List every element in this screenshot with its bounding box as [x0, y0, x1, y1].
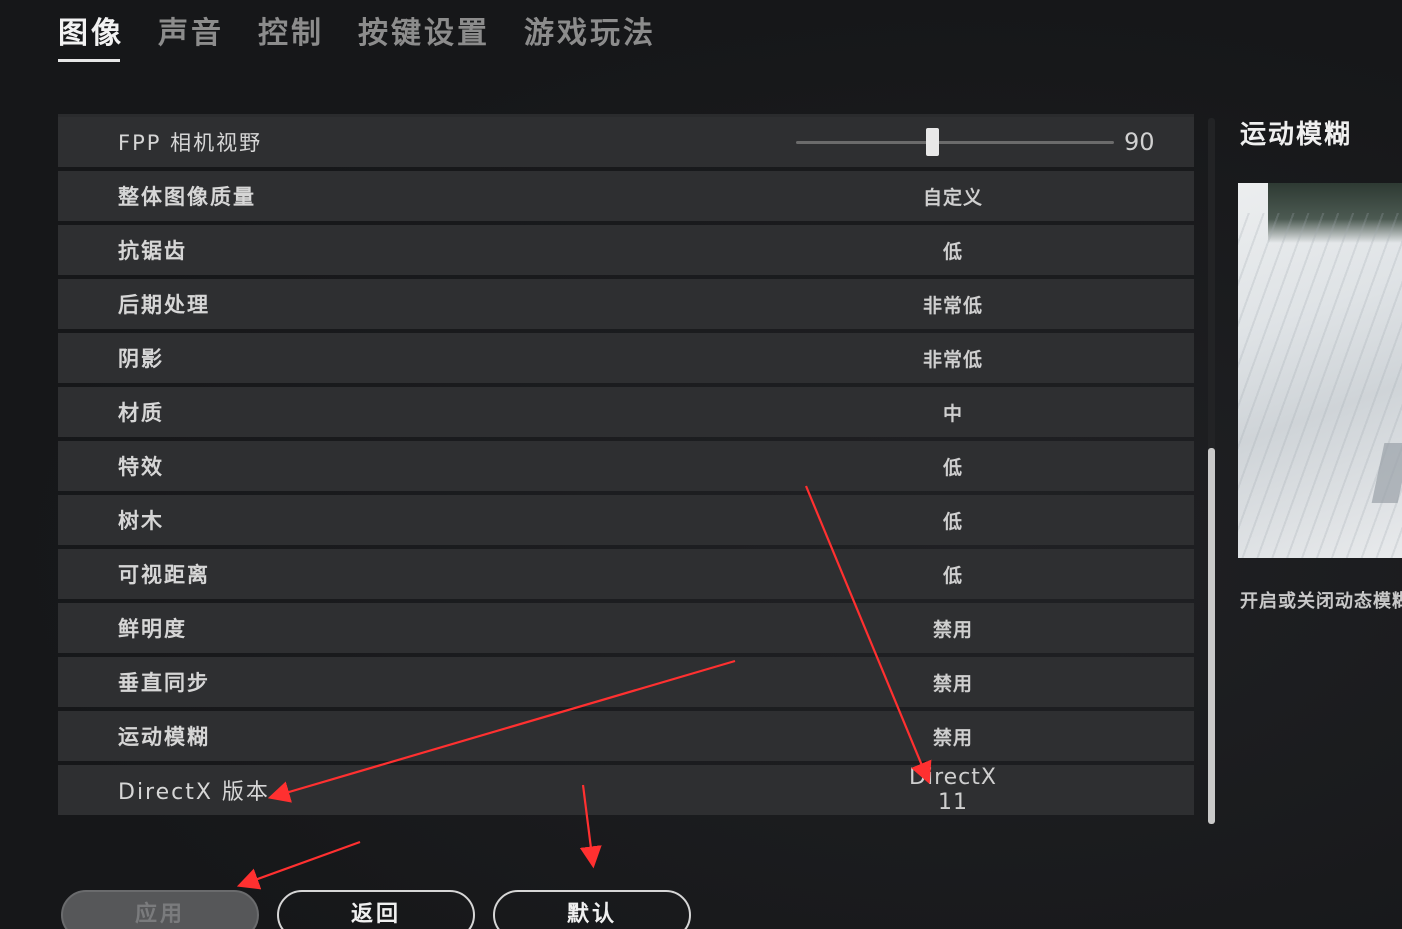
preview-image: [1238, 183, 1402, 558]
setting-row-sharpen[interactable]: 鲜明度 禁用: [58, 603, 1194, 653]
graphics-settings-list: FPP 相机视野 90 整体图像质量 自定义 抗锯齿 低 后期处理 非常低 阴影…: [58, 114, 1194, 819]
scrollbar-thumb[interactable]: [1208, 448, 1215, 824]
fov-slider-track[interactable]: [796, 141, 1114, 144]
setting-value[interactable]: 禁用: [898, 723, 1008, 750]
setting-row-foliage[interactable]: 树木 低: [58, 495, 1194, 545]
fov-slider-value: 90: [1124, 128, 1155, 156]
fov-slider-thumb[interactable]: [926, 128, 940, 156]
preview-snow-slope: [1238, 213, 1402, 558]
setting-label: 垂直同步: [118, 671, 210, 695]
tab-gameplay[interactable]: 游戏玩法: [524, 8, 656, 62]
tab-controls[interactable]: 控制: [258, 8, 324, 62]
tab-keybindings[interactable]: 按键设置: [358, 8, 490, 62]
setting-row-shadows[interactable]: 阴影 非常低: [58, 333, 1194, 383]
setting-value[interactable]: 低: [898, 453, 1008, 480]
setting-row-effects[interactable]: 特效 低: [58, 441, 1194, 491]
setting-label: 材质: [118, 401, 164, 425]
setting-value[interactable]: DirectX 11: [898, 765, 1008, 815]
back-button[interactable]: 返回: [277, 890, 475, 929]
setting-label: 阴影: [118, 347, 164, 371]
setting-label: 抗锯齿: [118, 239, 187, 263]
setting-label: 特效: [118, 455, 164, 479]
tab-audio[interactable]: 声音: [158, 8, 224, 62]
arrow-to-apply-button: [236, 840, 361, 890]
setting-row-overall-quality[interactable]: 整体图像质量 自定义: [58, 171, 1194, 221]
setting-value[interactable]: 低: [898, 237, 1008, 264]
settings-tabs: 图像 声音 控制 按键设置 游戏玩法: [58, 8, 690, 62]
setting-value[interactable]: 低: [898, 561, 1008, 588]
preview-description: 开启或关闭动态模糊: [1240, 591, 1402, 612]
settings-scrollbar[interactable]: [1208, 118, 1215, 824]
setting-label: DirectX 版本: [118, 780, 270, 805]
setting-row-view-distance[interactable]: 可视距离 低: [58, 549, 1194, 599]
setting-row-fpp-fov[interactable]: FPP 相机视野 90: [58, 117, 1194, 167]
setting-label: 可视距离: [118, 563, 210, 587]
setting-label: FPP 相机视野: [118, 131, 263, 155]
setting-value[interactable]: 自定义: [898, 183, 1008, 210]
setting-row-textures[interactable]: 材质 中: [58, 387, 1194, 437]
setting-value[interactable]: 非常低: [898, 291, 1008, 318]
tab-graphics[interactable]: 图像: [58, 8, 124, 62]
setting-value[interactable]: 禁用: [898, 615, 1008, 642]
default-button[interactable]: 默认: [493, 890, 691, 929]
preview-panel-title: 运动模糊: [1240, 120, 1353, 150]
settings-screen: 图像 声音 控制 按键设置 游戏玩法 FPP 相机视野 90 整体图像质量 自定…: [0, 0, 1402, 929]
setting-label: 鲜明度: [118, 617, 187, 641]
setting-row-motion-blur[interactable]: 运动模糊 禁用: [58, 711, 1194, 761]
setting-value[interactable]: 非常低: [898, 345, 1008, 372]
setting-label: 树木: [118, 509, 164, 533]
apply-button[interactable]: 应用: [61, 890, 259, 929]
setting-row-directx-version[interactable]: DirectX 版本 DirectX 11: [58, 765, 1194, 815]
setting-label: 整体图像质量: [118, 185, 256, 209]
setting-value[interactable]: 低: [898, 507, 1008, 534]
setting-label: 运动模糊: [118, 725, 210, 749]
setting-value[interactable]: 中: [898, 399, 1008, 426]
setting-row-anti-aliasing[interactable]: 抗锯齿 低: [58, 225, 1194, 275]
setting-row-vsync[interactable]: 垂直同步 禁用: [58, 657, 1194, 707]
setting-row-post-processing[interactable]: 后期处理 非常低: [58, 279, 1194, 329]
setting-label: 后期处理: [118, 293, 210, 317]
setting-value[interactable]: 禁用: [898, 669, 1008, 696]
